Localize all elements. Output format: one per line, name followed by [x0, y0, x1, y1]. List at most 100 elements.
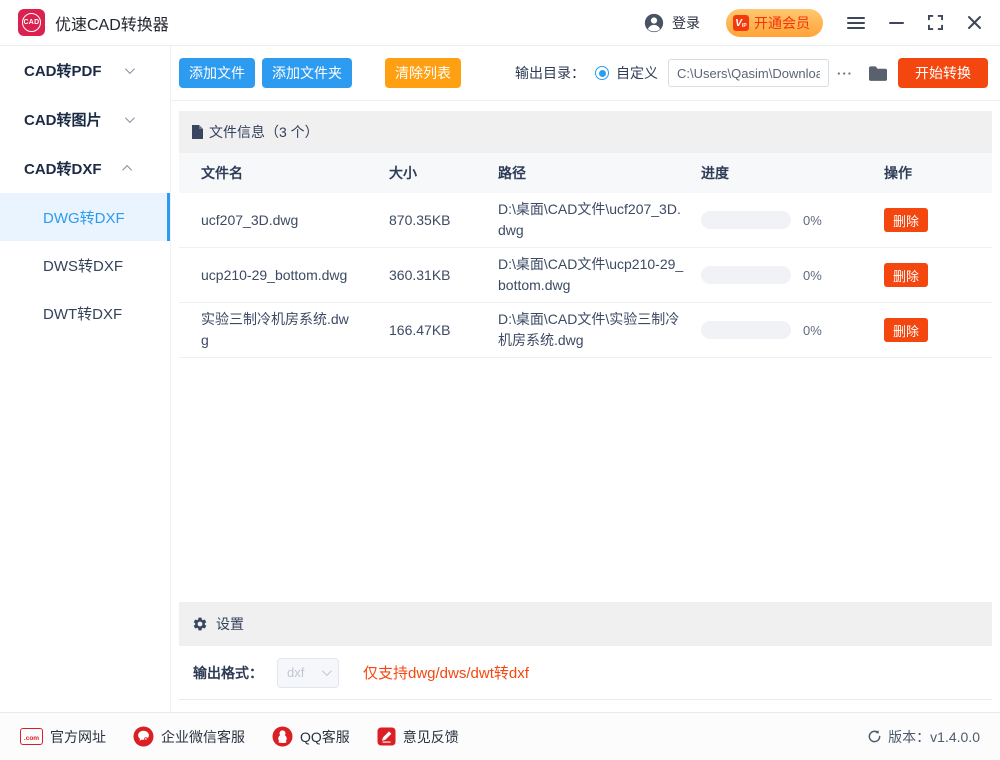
action-cell: 删除	[884, 263, 992, 287]
progress-percent: 0%	[803, 323, 822, 338]
footer: .com 官方网址 企业微信客服 QQ客服	[0, 712, 1000, 760]
gear-icon	[192, 616, 208, 632]
clear-list-button[interactable]: 清除列表	[385, 58, 461, 88]
login-button[interactable]: 登录	[643, 12, 700, 34]
hamburger-icon	[847, 16, 865, 30]
sidebar-subitem-label: DWT转DXF	[43, 303, 122, 324]
vip-icon-v: V	[735, 19, 742, 29]
vip-label: 开通会员	[754, 13, 810, 33]
sidebar-item-cad-to-dxf[interactable]: CAD转DXF	[0, 144, 170, 193]
sidebar: CAD转PDF CAD转图片 CAD转DXF DWG转DXF DWS转DXF D…	[0, 46, 171, 712]
minimize-icon	[889, 16, 904, 30]
progress-percent: 0%	[803, 213, 822, 228]
close-button[interactable]	[967, 15, 982, 30]
chevron-down-icon	[125, 113, 135, 123]
chevron-down-icon	[322, 666, 332, 676]
action-cell: 删除	[884, 208, 992, 232]
browse-more-button[interactable]: ···	[837, 66, 853, 81]
output-format-label: 输出格式：	[193, 663, 263, 683]
official-site-link[interactable]: .com 官方网址	[20, 727, 106, 747]
version-check[interactable]: 版本：v1.4.0.0	[867, 727, 980, 747]
progress-cell: 0%	[701, 321, 884, 339]
close-icon	[967, 15, 982, 30]
vip-icon-ip: IP	[742, 24, 747, 29]
file-size-cell: 166.47KB	[389, 322, 498, 338]
progress-bar	[701, 266, 791, 284]
table-row: ucf207_3D.dwg 870.35KB D:\桌面\CAD文件\ucf20…	[179, 193, 992, 248]
delete-button[interactable]: 删除	[884, 263, 928, 287]
sidebar-item-cad-to-image[interactable]: CAD转图片	[0, 95, 170, 144]
delete-button[interactable]: 删除	[884, 318, 928, 342]
app-logo-icon: CAD	[18, 9, 45, 36]
file-path-cell: D:\桌面\CAD文件\ucp210-29_bottom.dwg	[498, 254, 701, 296]
settings-title: 设置	[216, 614, 244, 634]
custom-dir-radio[interactable]	[595, 66, 609, 80]
chevron-down-icon	[125, 64, 135, 74]
progress-cell: 0%	[701, 266, 884, 284]
wechat-service-label: 企业微信客服	[161, 727, 245, 747]
file-path-cell: D:\桌面\CAD文件\实验三制冷机房系统.dwg	[498, 309, 701, 351]
file-name-cell: ucp210-29_bottom.dwg	[201, 265, 389, 286]
delete-button[interactable]: 删除	[884, 208, 928, 232]
sidebar-item-dws-to-dxf[interactable]: DWS转DXF	[0, 241, 170, 289]
settings-row: 输出格式： dxf 仅支持dwg/dws/dwt转dxf	[179, 646, 992, 700]
col-filename: 文件名	[201, 163, 389, 183]
file-info-title: 文件信息（3 个）	[209, 122, 319, 142]
sidebar-item-cad-to-pdf[interactable]: CAD转PDF	[0, 46, 170, 95]
file-info-header: 文件信息（3 个）	[179, 111, 992, 153]
output-format-select[interactable]: dxf	[277, 658, 339, 688]
main-content: 文件信息（3 个） 文件名 大小 路径 进度 操作 ucf207_3D.dwg …	[171, 101, 1000, 712]
qq-icon	[272, 726, 293, 747]
app-logo-text: CAD	[22, 13, 41, 32]
official-site-label: 官方网址	[50, 727, 106, 747]
add-folder-button[interactable]: 添加文件夹	[262, 58, 352, 88]
settings-header: 设置	[179, 602, 992, 646]
table-header: 文件名 大小 路径 进度 操作	[179, 153, 992, 193]
output-path-input[interactable]	[668, 59, 829, 87]
chevron-up-icon	[122, 165, 132, 175]
refresh-icon	[867, 729, 882, 744]
feedback-link[interactable]: 意见反馈	[377, 727, 459, 747]
file-name-cell: 实验三制冷机房系统.dwg	[201, 309, 389, 351]
start-convert-button[interactable]: 开始转换	[898, 58, 988, 88]
output-dir-label: 输出目录：	[515, 63, 585, 83]
file-size-cell: 870.35KB	[389, 212, 498, 228]
sidebar-item-dwt-to-dxf[interactable]: DWT转DXF	[0, 289, 170, 337]
custom-dir-label: 自定义	[616, 63, 658, 83]
app-window: CAD 优速CAD转换器 登录 VIP 开通会员	[0, 0, 1000, 760]
app-title: 优速CAD转换器	[55, 11, 169, 35]
empty-area	[179, 358, 992, 602]
login-label: 登录	[672, 13, 700, 33]
add-file-button[interactable]: 添加文件	[179, 58, 255, 88]
file-size-cell: 360.31KB	[389, 267, 498, 283]
titlebar: CAD 优速CAD转换器 登录 VIP 开通会员	[0, 0, 1000, 46]
wechat-service-link[interactable]: 企业微信客服	[133, 726, 245, 747]
version-label: 版本：v1.4.0.0	[888, 727, 980, 747]
output-format-value: dxf	[287, 665, 304, 680]
folder-icon	[868, 65, 888, 82]
sidebar-item-label: CAD转图片	[24, 109, 102, 130]
menu-button[interactable]	[847, 16, 865, 30]
table-row: ucp210-29_bottom.dwg 360.31KB D:\桌面\CAD文…	[179, 248, 992, 303]
maximize-button[interactable]	[928, 15, 943, 30]
progress-cell: 0%	[701, 211, 884, 229]
maximize-icon	[928, 15, 943, 30]
progress-bar	[701, 211, 791, 229]
col-path: 路径	[498, 163, 701, 183]
dotcom-icon: .com	[20, 728, 43, 745]
sidebar-subitem-label: DWG转DXF	[43, 207, 125, 228]
sidebar-item-dwg-to-dxf[interactable]: DWG转DXF	[0, 193, 170, 241]
vip-icon: VIP	[733, 15, 749, 31]
col-progress: 进度	[701, 163, 884, 183]
minimize-button[interactable]	[889, 16, 904, 30]
qq-service-link[interactable]: QQ客服	[272, 726, 350, 747]
sidebar-item-label: CAD转DXF	[24, 158, 102, 179]
open-folder-button[interactable]	[868, 65, 888, 82]
progress-bar	[701, 321, 791, 339]
wechat-service-icon	[133, 726, 154, 747]
vip-button[interactable]: VIP 开通会员	[726, 9, 823, 37]
user-icon	[643, 12, 665, 34]
col-size: 大小	[389, 163, 498, 183]
table-row: 实验三制冷机房系统.dwg 166.47KB D:\桌面\CAD文件\实验三制冷…	[179, 303, 992, 358]
col-actions: 操作	[884, 163, 992, 183]
